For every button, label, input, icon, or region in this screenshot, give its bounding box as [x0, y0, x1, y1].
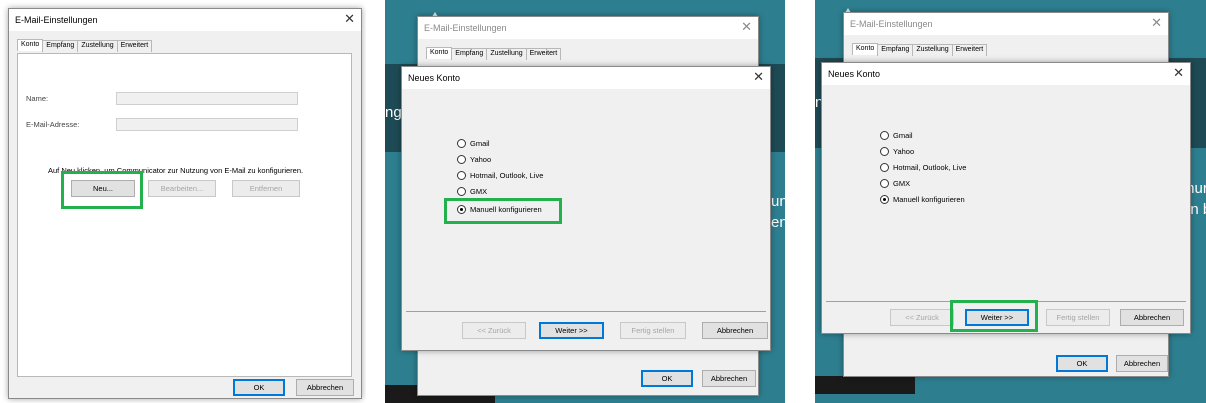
radio-circle[interactable] [880, 147, 889, 156]
dialog-titlebar: E-Mail-Einstellungen ✕ [9, 9, 361, 31]
dialog-title: E-Mail-Einstellungen [15, 15, 98, 25]
panel-email-settings: E-Mail-Einstellungen ✕ Konto Empfang Zus… [0, 0, 366, 403]
dialog-separator [406, 311, 766, 312]
tab-konto[interactable]: Konto [426, 47, 453, 59]
next-button[interactable]: Weiter >> [539, 322, 604, 339]
option-gmx[interactable]: GMX [880, 179, 910, 188]
option-gmail[interactable]: Gmail [880, 131, 913, 140]
tab-zustellung[interactable]: Zustellung [912, 44, 953, 56]
panel-new-account-next: ng mur en b E-Mail-Einstellungen ✕ Konto… [815, 0, 1206, 403]
option-label: GMX [893, 179, 911, 188]
dialog-title: Neues Konto [408, 73, 461, 83]
tab-empfang[interactable]: Empfang [451, 48, 488, 60]
new-account-dialog: Neues Konto ✕ Gmail Yahoo Hotmail, Outlo… [401, 66, 771, 351]
option-hotmail[interactable]: Hotmail, Outlook, Live [880, 163, 966, 172]
dialog-title: Neues Konto [828, 69, 881, 79]
ok-button[interactable]: OK [233, 379, 285, 396]
close-icon[interactable]: ✕ [753, 70, 764, 84]
option-manual[interactable]: Manuell konfigurieren [880, 195, 965, 204]
name-field[interactable] [116, 92, 298, 105]
radio-circle[interactable] [457, 155, 466, 164]
option-label: Gmail [893, 131, 913, 140]
background-text-right-1: un [771, 193, 785, 210]
option-label: Manuell konfigurieren [893, 195, 965, 204]
option-label: Gmail [470, 139, 490, 148]
back-button[interactable]: << Zurück [890, 309, 954, 326]
back-button[interactable]: << Zurück [462, 322, 526, 339]
tab-konto[interactable]: Konto [17, 39, 44, 51]
option-gmx[interactable]: GMX [457, 187, 487, 196]
edit-button[interactable]: Bearbeiten... [148, 180, 216, 197]
option-gmail[interactable]: Gmail [457, 139, 490, 148]
cancel-button[interactable]: Abbrechen [702, 322, 768, 339]
background-titlebar: E-Mail-Einstellungen ✕ [418, 17, 758, 39]
remove-button[interactable]: Entfernen [232, 180, 300, 197]
new-account-dialog: Neues Konto ✕ Gmail Yahoo Hotmail, Outlo… [821, 62, 1191, 334]
email-label: E-Mail-Adresse: [26, 120, 80, 129]
finish-button[interactable]: Fertig stellen [620, 322, 686, 339]
cancel-button[interactable]: Abbrechen [1120, 309, 1184, 326]
radio-circle[interactable] [457, 139, 466, 148]
option-label: Yahoo [470, 155, 492, 164]
tab-empfang[interactable]: Empfang [42, 40, 79, 52]
background-close-icon[interactable]: ✕ [1151, 16, 1162, 30]
tab-content: Name: E-Mail-Adresse: Auf Neu klicken, u… [17, 53, 352, 377]
email-field[interactable] [116, 118, 298, 131]
background-titlebar: E-Mail-Einstellungen ✕ [844, 13, 1168, 35]
tab-konto[interactable]: Konto [852, 43, 879, 55]
tab-empfang[interactable]: Empfang [877, 44, 914, 56]
finish-button[interactable]: Fertig stellen [1046, 309, 1110, 326]
email-settings-dialog: E-Mail-Einstellungen ✕ Konto Empfang Zus… [8, 8, 362, 399]
background-tab-bar: Konto Empfang Zustellung Erweitert [852, 43, 988, 56]
option-label: Yahoo [893, 147, 915, 156]
tab-bar: Konto Empfang Zustellung Erweitert [17, 39, 153, 52]
close-icon[interactable]: ✕ [344, 12, 355, 26]
background-close-icon[interactable]: ✕ [741, 20, 752, 34]
background-cancel-button[interactable]: Abbrechen [1116, 355, 1168, 372]
panel-new-account: ng un en b E-Mail-Einstellungen ✕ Konto … [385, 0, 785, 403]
background-footer [815, 376, 915, 394]
background-ok-button[interactable]: OK [641, 370, 693, 387]
background-text-right-2: en b [771, 214, 785, 231]
radio-circle[interactable] [880, 163, 889, 172]
option-yahoo[interactable]: Yahoo [880, 147, 914, 156]
radio-circle[interactable] [457, 171, 466, 180]
radio-circle[interactable] [457, 187, 466, 196]
tab-erweitert[interactable]: Erweitert [951, 44, 988, 56]
radio-circle-selected[interactable] [880, 195, 889, 204]
tab-erweitert[interactable]: Erweitert [525, 48, 562, 60]
close-icon[interactable]: ✕ [1173, 66, 1184, 80]
option-label: Hotmail, Outlook, Live [893, 163, 967, 172]
tab-erweitert[interactable]: Erweitert [116, 40, 153, 52]
dialog-titlebar: Neues Konto ✕ [402, 67, 770, 89]
radio-circle[interactable] [880, 131, 889, 140]
highlight-next-button [950, 300, 1038, 332]
option-hotmail[interactable]: Hotmail, Outlook, Live [457, 171, 543, 180]
background-tab-bar: Konto Empfang Zustellung Erweitert [426, 47, 562, 60]
background-cancel-button[interactable]: Abbrechen [702, 370, 756, 387]
option-yahoo[interactable]: Yahoo [457, 155, 491, 164]
background-text-left: ng [385, 104, 402, 121]
background-ok-button[interactable]: OK [1056, 355, 1108, 372]
highlight-manual-option [444, 198, 562, 224]
option-label: GMX [470, 187, 488, 196]
cancel-button[interactable]: Abbrechen [296, 379, 354, 396]
tab-zustellung[interactable]: Zustellung [77, 40, 118, 52]
name-label: Name: [26, 94, 49, 103]
dialog-titlebar: Neues Konto ✕ [822, 63, 1190, 85]
option-label: Hotmail, Outlook, Live [470, 171, 544, 180]
highlight-new-button [61, 171, 143, 209]
background-dialog-title: E-Mail-Einstellungen [424, 23, 507, 33]
background-dialog-title: E-Mail-Einstellungen [850, 19, 933, 29]
tab-zustellung[interactable]: Zustellung [486, 48, 527, 60]
radio-circle[interactable] [880, 179, 889, 188]
